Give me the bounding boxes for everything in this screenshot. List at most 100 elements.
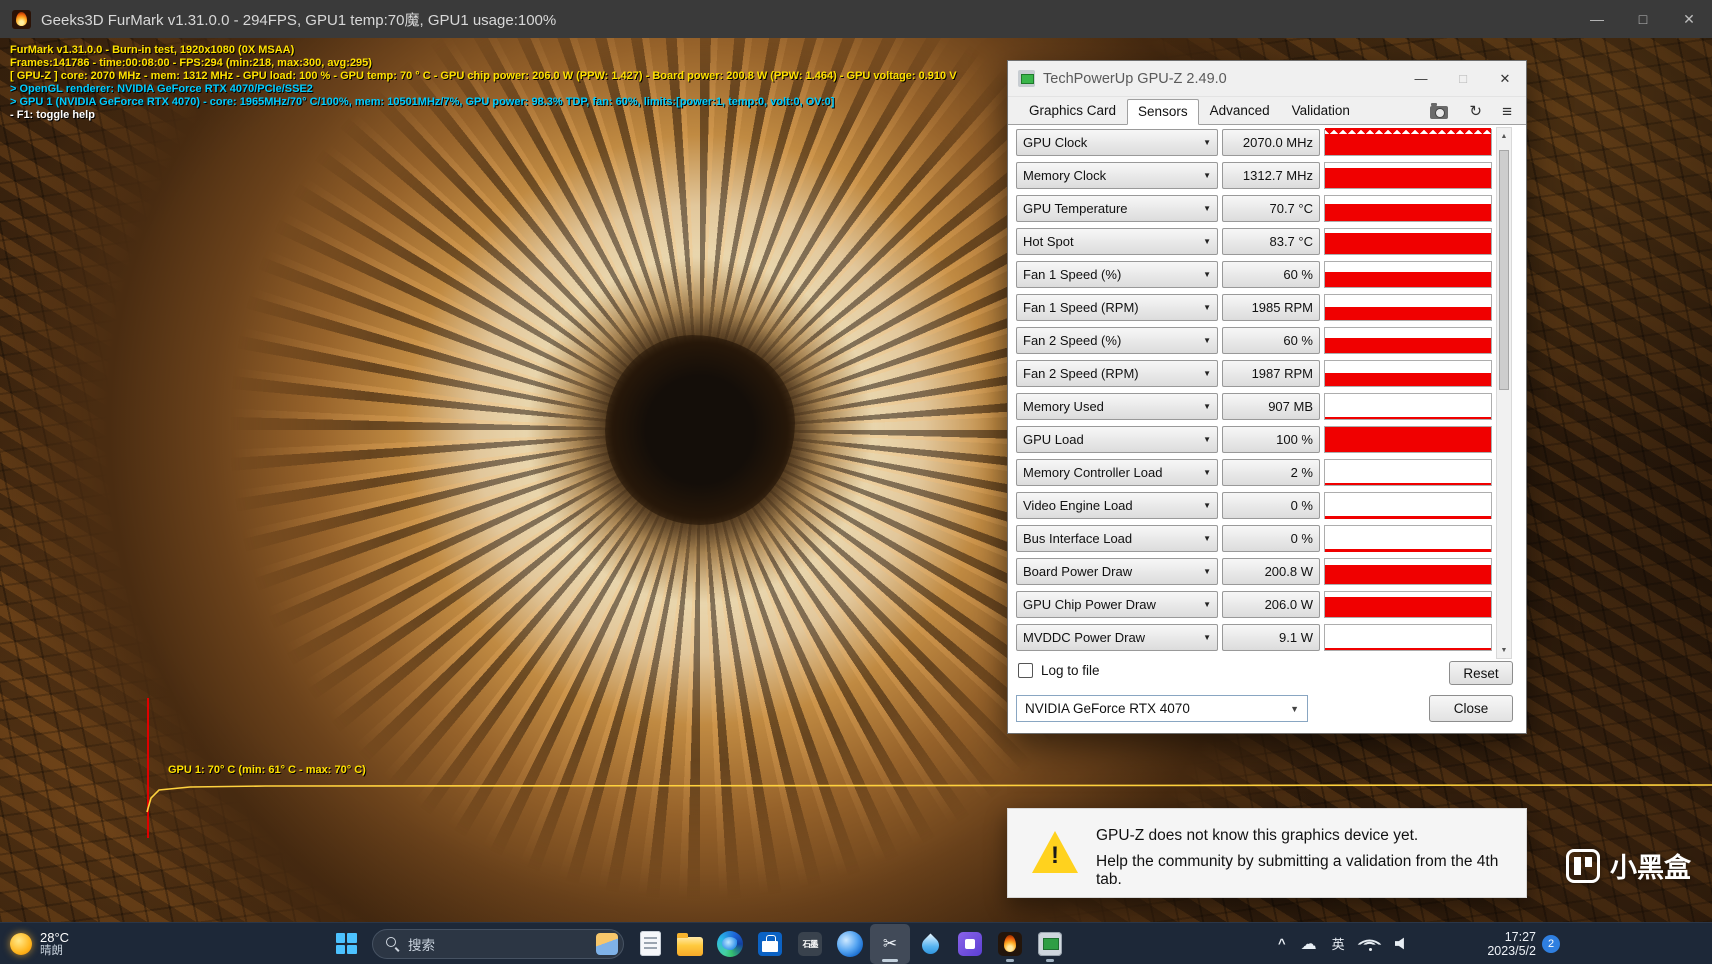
sensor-label: Fan 1 Speed (%) [1023,267,1122,282]
sensor-row: Memory Clock ▼ 1312.7 MHz [1016,162,1492,189]
sensor-label-dropdown[interactable]: Memory Controller Load ▼ [1016,459,1218,486]
taskbar-clock[interactable]: 17:27 2023/5/2 [1448,930,1536,958]
gpuz-titlebar[interactable]: TechPowerUp GPU-Z 2.49.0 — □ ✕ [1008,61,1526,97]
sensor-graph-fill [1325,648,1491,650]
window-controls: — □ ✕ [1574,0,1712,38]
sensor-label-dropdown[interactable]: Fan 2 Speed (%) ▼ [1016,327,1218,354]
microsoft-store-taskbar-button[interactable] [750,924,790,964]
reset-button[interactable]: Reset [1449,661,1513,685]
graphite-taskbar-button[interactable]: 石墨 [790,924,830,964]
notification-badge[interactable]: 2 [1542,935,1560,953]
sensor-rows: GPU Clock ▼ 2070.0 MHz Memory Clock ▼ 13… [1016,127,1492,657]
chevron-down-icon: ▼ [1203,336,1211,345]
chevron-down-icon: ▼ [1203,303,1211,312]
refresh-icon[interactable]: ↻ [1469,102,1482,120]
sensor-row: Video Engine Load ▼ 0 % [1016,492,1492,519]
sensor-label-dropdown[interactable]: GPU Clock ▼ [1016,129,1218,156]
purple-app-taskbar-button[interactable] [950,924,990,964]
start-button[interactable] [326,924,366,964]
volume-icon[interactable] [1394,937,1404,950]
chevron-down-icon: ▼ [1290,703,1299,714]
sensor-scrollbar[interactable]: ▲ ▼ [1496,127,1512,659]
sensor-graph [1324,162,1492,189]
sensor-label-dropdown[interactable]: Fan 1 Speed (%) ▼ [1016,261,1218,288]
onedrive-cloud-icon[interactable]: ☁ [1301,934,1317,954]
search-highlight-icon[interactable] [596,932,618,955]
screenshot-camera-icon[interactable] [1430,103,1448,119]
tab-sensors[interactable]: Sensors [1127,99,1199,125]
weather-widget[interactable]: 28°C 晴朗 [10,923,69,964]
sensor-label-dropdown[interactable]: Hot Spot ▼ [1016,228,1218,255]
close-button[interactable]: ✕ [1666,0,1712,38]
water-drop-app-taskbar-button[interactable] [910,924,950,964]
tray-overflow-chevron-icon[interactable]: ^ [1278,936,1286,951]
maximize-button[interactable]: □ [1620,0,1666,38]
gpuz-minimize-button[interactable]: — [1404,65,1438,93]
snipping-tool-taskbar-button[interactable]: ✂ [870,923,910,964]
sensor-row: Memory Used ▼ 907 MB [1016,393,1492,420]
running-indicator [1046,958,1054,962]
device-select[interactable]: NVIDIA GeForce RTX 4070 ▼ [1016,695,1308,722]
sensor-label-dropdown[interactable]: Memory Used ▼ [1016,393,1218,420]
wifi-icon[interactable] [1357,931,1382,957]
sensor-value: 0 % [1222,525,1320,552]
sensor-label-dropdown[interactable]: GPU Load ▼ [1016,426,1218,453]
minimize-button[interactable]: — [1574,0,1620,38]
edge-taskbar-button[interactable] [710,924,750,964]
sensor-label-dropdown[interactable]: GPU Chip Power Draw ▼ [1016,591,1218,618]
sensor-graph [1324,228,1492,255]
sensor-label-dropdown[interactable]: MVDDC Power Draw ▼ [1016,624,1218,651]
sensor-row: GPU Load ▼ 100 % [1016,426,1492,453]
taskbar-center: 搜索 石墨 ✂ [326,923,1070,964]
notepad-taskbar-button[interactable] [630,924,670,964]
sensor-row: Memory Controller Load ▼ 2 % [1016,459,1492,486]
log-to-file-checkbox[interactable] [1018,663,1033,678]
tab-graphics-card[interactable]: Graphics Card [1018,98,1127,124]
tray-time: 17:27 [1504,930,1536,944]
sensor-graph [1324,492,1492,519]
gpuz-app-icon [1018,70,1035,87]
log-to-file-row: Log to file [1018,663,1100,678]
sensor-row: Hot Spot ▼ 83.7 °C [1016,228,1492,255]
osd-line-3: [ GPU-Z ] core: 2070 MHz - mem: 1312 MHz… [10,70,957,82]
gpu-z-taskbar-button[interactable] [1030,924,1070,964]
scroll-up-icon[interactable]: ▲ [1497,129,1511,143]
furmark-titlebar[interactable]: Geeks3D FurMark v1.31.0.0 - 294FPS, GPU1… [0,0,1712,38]
sensor-graph [1324,127,1492,156]
chevron-down-icon: ▼ [1203,237,1211,246]
furmark-taskbar-button[interactable] [990,924,1030,964]
gpuz-close-button[interactable]: ✕ [1488,65,1522,93]
file-explorer-taskbar-button[interactable] [670,924,710,964]
sensor-label-dropdown[interactable]: Board Power Draw ▼ [1016,558,1218,585]
sensor-label: Memory Clock [1023,168,1107,183]
ime-indicator[interactable]: 英 [1332,934,1345,953]
tab-validation[interactable]: Validation [1281,98,1361,124]
sensor-label: GPU Temperature [1023,201,1128,216]
blue-app-icon [837,930,863,957]
sensor-graph-fill [1325,372,1491,386]
sensor-label-dropdown[interactable]: Video Engine Load ▼ [1016,492,1218,519]
sensor-value: 60 % [1222,327,1320,354]
scrollbar-thumb[interactable] [1499,150,1509,390]
scroll-down-icon[interactable]: ▼ [1497,643,1511,657]
tab-advanced[interactable]: Advanced [1199,98,1281,124]
sensor-graph [1324,294,1492,321]
gpuz-close-dialog-button[interactable]: Close [1429,695,1513,722]
search-placeholder: 搜索 [408,937,435,953]
sensor-label-dropdown[interactable]: GPU Temperature ▼ [1016,195,1218,222]
blue-app-taskbar-button[interactable] [830,924,870,964]
warning-line-2: Help the community by submitting a valid… [1096,853,1499,888]
sensor-label-dropdown[interactable]: Memory Clock ▼ [1016,162,1218,189]
menu-icon[interactable]: ≡ [1502,102,1512,122]
sensor-graph [1324,525,1492,552]
sensor-label-dropdown[interactable]: Bus Interface Load ▼ [1016,525,1218,552]
sensor-row: Fan 2 Speed (RPM) ▼ 1987 RPM [1016,360,1492,387]
sensor-graph [1324,558,1492,585]
sensor-label-dropdown[interactable]: Fan 2 Speed (RPM) ▼ [1016,360,1218,387]
sensor-label-dropdown[interactable]: Fan 1 Speed (RPM) ▼ [1016,294,1218,321]
edge-icon [717,930,743,957]
gpuz-maximize-button[interactable]: □ [1446,65,1480,93]
search-box[interactable]: 搜索 [372,928,624,959]
chevron-down-icon: ▼ [1203,468,1211,477]
device-name: NVIDIA GeForce RTX 4070 [1025,701,1190,716]
